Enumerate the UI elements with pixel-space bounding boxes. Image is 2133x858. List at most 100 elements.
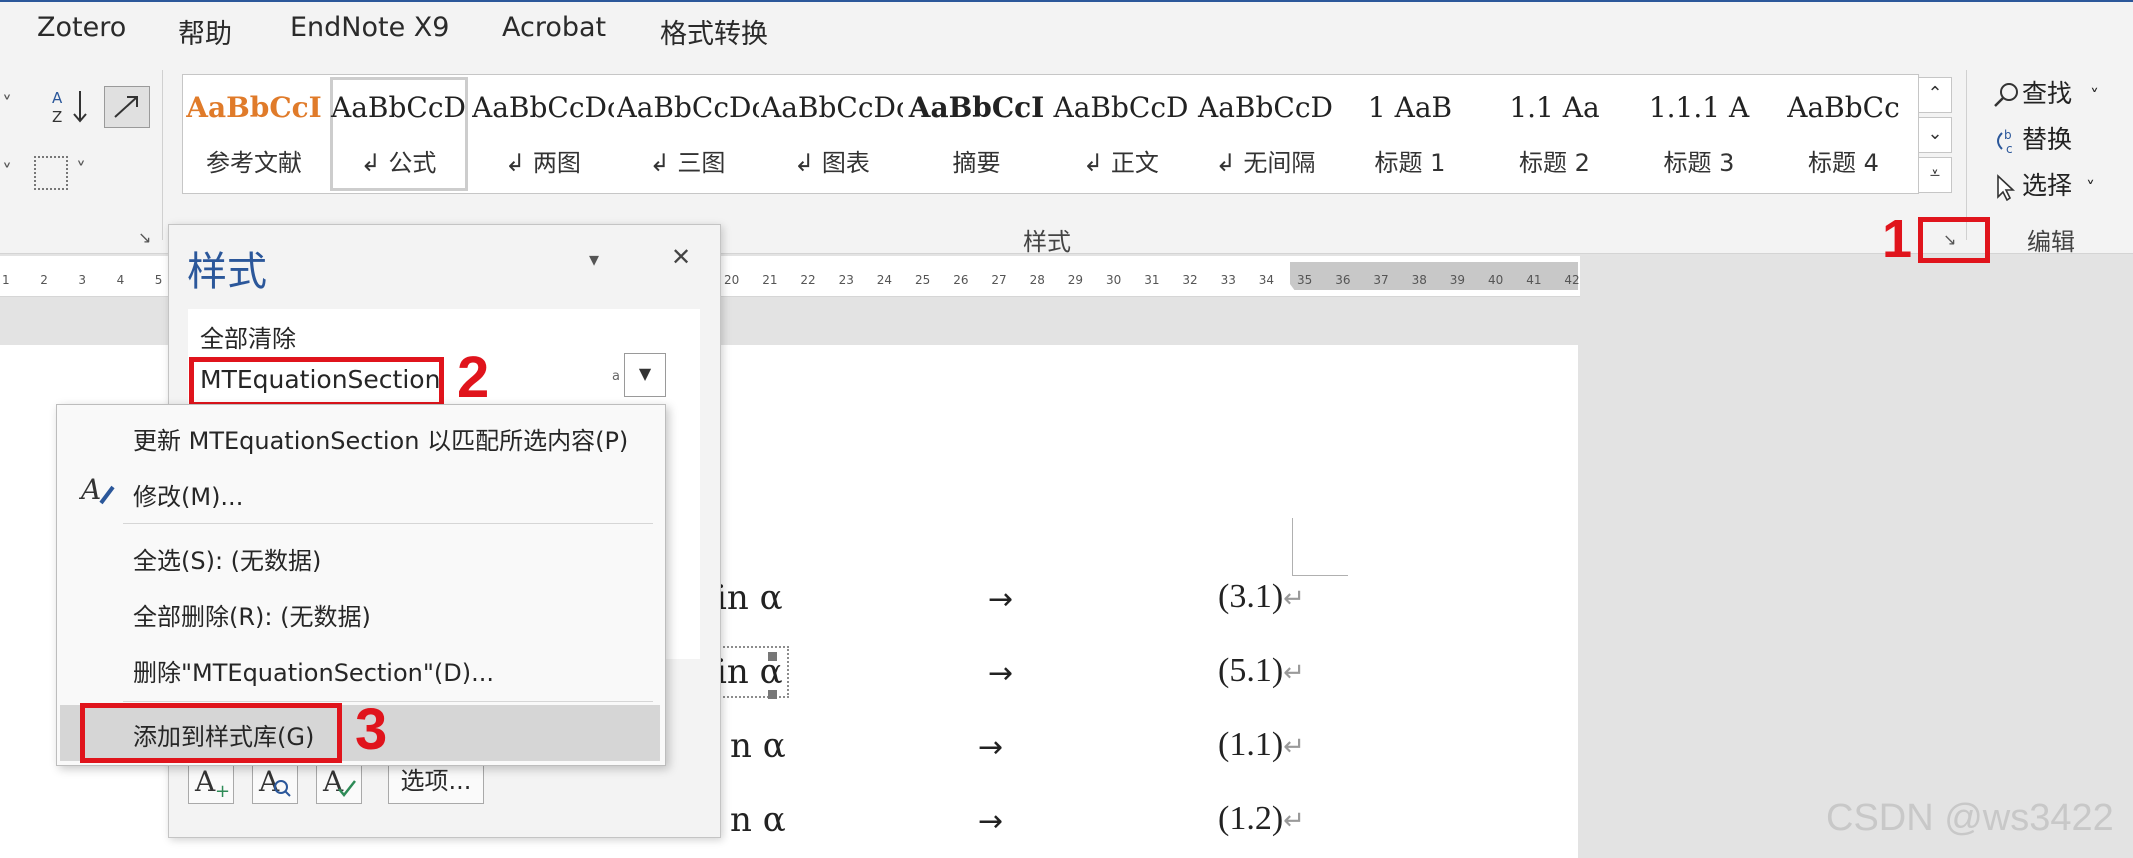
style-gallery-item[interactable]: AaBbCcDc ↲ 图表 <box>761 75 903 193</box>
equation-text[interactable]: in α <box>716 578 783 618</box>
equation-number[interactable]: (1.2)↵ <box>1218 800 1305 838</box>
replace-icon: bc <box>1992 125 2022 156</box>
style-sample-text: AaBbCcDc <box>761 91 903 124</box>
menu-acrobat[interactable]: Acrobat <box>502 12 606 43</box>
svg-text:b: b <box>2004 128 2012 142</box>
clear-all-item[interactable]: 全部清除 <box>200 319 296 354</box>
equation-text[interactable]: n α <box>730 800 786 840</box>
arrow-icon: → <box>978 730 1004 765</box>
delete-style-item[interactable]: 删除"MTEquationSection"(D)... <box>133 653 494 688</box>
menu-bar: Zotero 帮助 EndNote X9 Acrobat 格式转换 <box>0 2 2133 60</box>
style-name-label: ↲ 两图 <box>505 149 581 177</box>
cursor-icon <box>1992 171 2022 202</box>
style-gallery-item[interactable]: AaBbCcD ↲ 公式 <box>328 75 470 193</box>
ruler-tick-label: 31 <box>1144 273 1160 287</box>
svg-text:A: A <box>52 89 63 107</box>
style-gallery-item[interactable]: AaBbCcD ↲ 正文 <box>1050 75 1192 193</box>
margin-corner-mark <box>1292 518 1348 576</box>
ruler-tick-label: 42 <box>1564 273 1580 287</box>
dialog-launcher-icon[interactable]: ↘ <box>138 228 151 247</box>
style-name-label: 摘要 <box>952 149 1001 177</box>
chevron-down-icon[interactable]: ˅ <box>2 92 12 116</box>
show-formatting-icon[interactable] <box>104 86 150 128</box>
ruler-tick-label: 30 <box>1106 273 1122 287</box>
indent-marker-icon[interactable] <box>1282 284 1298 295</box>
style-sample-text: 1.1 Aa <box>1509 91 1600 124</box>
equation-number[interactable]: (5.1)↵ <box>1218 652 1305 690</box>
pane-options-dropdown-icon[interactable]: ▾ <box>589 247 599 271</box>
menu-format-convert[interactable]: 格式转换 <box>660 12 768 51</box>
style-gallery-item[interactable]: 1.1 Aa 标题 2 <box>1484 75 1626 193</box>
chevron-down-icon[interactable]: ˅ <box>76 158 86 182</box>
watermark: CSDN @ws3422 <box>1826 797 2114 839</box>
gallery-more-icon[interactable]: ⩡ <box>1918 157 1952 193</box>
svg-text:A: A <box>322 765 344 798</box>
style-sample-text: AaBbCcI <box>908 91 1045 124</box>
style-gallery-item[interactable]: AaBbCcDc ↲ 三图 <box>617 75 759 193</box>
menu-endnote[interactable]: EndNote X9 <box>290 12 449 43</box>
style-sample-text: AaBbCcD <box>331 91 466 124</box>
find-button[interactable]: 查找 ˅ <box>1992 74 2099 110</box>
update-to-match-item[interactable]: 更新 MTEquationSection 以匹配所选内容(P) <box>133 421 628 456</box>
svg-text:A: A <box>79 473 101 506</box>
style-gallery-item[interactable]: 1 AaB 标题 1 <box>1339 75 1481 193</box>
selection-handle[interactable] <box>768 652 777 661</box>
equation-number[interactable]: (1.1)↵ <box>1218 726 1305 764</box>
edit-group-label: 编辑 <box>2027 228 2075 256</box>
paragraph-style-icon: a <box>612 369 620 384</box>
style-dropdown-button[interactable]: ▼ <box>624 353 666 397</box>
ruler-tick-label: 22 <box>800 273 816 287</box>
style-name-label: ↲ 公式 <box>360 149 437 177</box>
delete-all-item[interactable]: 全部删除(R): (无数据) <box>133 597 371 632</box>
style-name-label: 标题 2 <box>1519 149 1590 177</box>
search-icon <box>1992 79 2022 109</box>
style-gallery-item[interactable]: AaBbCcDc ↲ 两图 <box>472 75 614 193</box>
svg-text:c: c <box>2006 142 2013 155</box>
style-gallery-item[interactable]: AaBbCcI 参考文献 <box>183 75 325 193</box>
ruler-tick-label: 4 <box>116 273 125 287</box>
annotation-box-2 <box>189 357 444 407</box>
replace-label: 替换 <box>2022 125 2073 154</box>
chevron-down-icon[interactable]: ˅ <box>2 160 12 184</box>
equation-number[interactable]: (3.1)↵ <box>1218 578 1305 616</box>
ruler-tick-label: 37 <box>1373 273 1389 287</box>
ruler-tick-label: 35 <box>1297 273 1313 287</box>
ruler-tick-label: 23 <box>838 273 854 287</box>
ruler-tick-label: 40 <box>1488 273 1504 287</box>
style-name-label: 标题 3 <box>1663 149 1735 177</box>
ruler-tick-label: 1 <box>2 273 10 287</box>
ruler-tick-label: 36 <box>1335 273 1351 287</box>
style-gallery-item[interactable]: AaBbCcI 摘要 <box>906 75 1048 193</box>
style-name-label: ↲ 图表 <box>794 149 870 177</box>
borders-icon[interactable] <box>34 156 68 190</box>
arrow-icon: → <box>978 804 1004 839</box>
select-button[interactable]: 选择 ˅ <box>1992 166 2095 202</box>
styles-group-label: 样式 <box>1023 228 1071 256</box>
annotation-box-1 <box>1918 217 1990 263</box>
close-icon[interactable]: ✕ <box>671 243 691 271</box>
find-label: 查找 <box>2022 79 2073 108</box>
menu-help[interactable]: 帮助 <box>178 12 232 51</box>
ruler-tick-label: 28 <box>1029 273 1045 287</box>
style-sample-text: 1.1.1 A <box>1648 91 1750 124</box>
svg-text:+: + <box>215 781 230 802</box>
style-gallery-item[interactable]: 1.1.1 A 标题 3 <box>1628 75 1770 193</box>
style-gallery-item[interactable]: AaBbCc 标题 4 <box>1773 75 1915 193</box>
style-sample-text: AaBbCcDc <box>616 91 759 124</box>
select-all-item[interactable]: 全选(S): (无数据) <box>133 541 321 576</box>
ruler-tick-label: 2 <box>40 273 48 287</box>
replace-button[interactable]: bc 替换 <box>1992 120 2072 156</box>
ruler-tick-label: 26 <box>953 273 969 287</box>
menu-separator <box>123 701 653 702</box>
gallery-scroll-up-icon[interactable]: ⌃ <box>1918 77 1952 113</box>
sort-icon[interactable]: AZ <box>48 86 92 126</box>
modify-item[interactable]: 修改(M)... <box>133 477 243 512</box>
selection-handle[interactable] <box>768 690 777 699</box>
gallery-scroll-down-icon[interactable]: ⌄ <box>1918 117 1952 153</box>
equation-text[interactable]: n α <box>730 726 786 766</box>
annotation-number-2: 2 <box>457 345 490 410</box>
ruler-tick-label: 20 <box>724 273 740 287</box>
style-gallery-item[interactable]: AaBbCcD ↲ 无间隔 <box>1195 75 1337 193</box>
group-divider <box>162 70 163 240</box>
menu-zotero[interactable]: Zotero <box>37 12 126 43</box>
